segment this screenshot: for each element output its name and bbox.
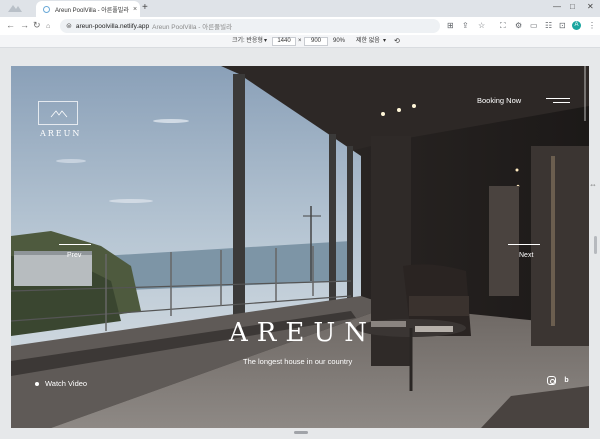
hero-title: AREUN	[229, 318, 376, 348]
prev-button[interactable]: Prev	[67, 252, 81, 259]
address-bar[interactable]: ⊜ areun-poolvilla.netlify.app Areun Pool…	[60, 19, 440, 33]
dropdown-caret-icon: ▾	[264, 38, 268, 44]
media-icon[interactable]: ▭	[530, 21, 538, 31]
dimensions-dropdown[interactable]: 크기: 반응형	[232, 37, 263, 46]
website-hero: AREUN Booking Now Prev Next AREUN The lo…	[11, 66, 589, 428]
viewport-bottom-handle[interactable]	[294, 431, 308, 434]
browser-toolbar: ← → ↻ ⌂ ⊜ areun-poolvilla.netlify.app Ar…	[0, 17, 600, 35]
zoom-dropdown[interactable]: 90%	[333, 37, 345, 46]
hamburger-menu-icon[interactable]	[546, 98, 570, 104]
booking-now-link[interactable]: Booking Now	[477, 96, 521, 105]
url-text: areun-poolvilla.netlify.app	[75, 22, 150, 30]
minimize-icon[interactable]: —	[553, 1, 561, 13]
home-icon[interactable]: ⌂	[46, 21, 50, 32]
site-scrollbar[interactable]	[584, 66, 586, 121]
next-divider	[508, 244, 540, 245]
viewport-resize-handle-icon[interactable]: ⇔	[589, 180, 597, 196]
throttle-dropdown[interactable]: 제한 없음	[356, 37, 380, 46]
profile-avatar[interactable]: A	[572, 21, 581, 30]
devtools-icon[interactable]: ⊡	[559, 21, 566, 31]
reading-list-icon[interactable]: ☷	[545, 21, 552, 31]
watch-video-label: Watch Video	[45, 379, 88, 388]
tab-title: Areun PoolVilla - 아른풀빌라	[55, 7, 129, 14]
times-sign: ×	[298, 38, 302, 44]
menu-dots-icon[interactable]: ⋮	[588, 21, 596, 31]
hero-tagline: The longest house in our country	[243, 357, 353, 366]
next-button[interactable]: Next	[519, 252, 533, 259]
new-tab-button[interactable]: +	[142, 2, 148, 14]
extensions-icon[interactable]: ⚙	[515, 21, 522, 31]
instagram-icon[interactable]	[547, 376, 556, 385]
rotate-icon[interactable]: ⟲	[394, 37, 400, 46]
hero-background-image	[11, 66, 589, 428]
dropdown-caret-icon: ▾	[383, 38, 387, 44]
close-window-icon[interactable]: ✕	[587, 1, 594, 13]
share-icon[interactable]: ⇪	[462, 21, 469, 31]
blog-icon[interactable]: b	[562, 376, 571, 385]
width-input[interactable]: 1440	[272, 37, 296, 46]
viewport-side-handle[interactable]	[594, 236, 597, 254]
screenshot-icon[interactable]: ⛶	[500, 21, 506, 31]
translate-icon[interactable]: ⊞	[447, 21, 454, 31]
tab-strip: Areun PoolVilla - 아른풀빌라 × + — □ ✕	[0, 0, 600, 17]
back-icon[interactable]: ←	[6, 20, 15, 31]
device-toolbar: 크기: 반응형 ▾ 1440 × 900 90% 제한 없음 ▾ ⟲	[0, 35, 600, 48]
prev-divider	[59, 244, 91, 245]
tab-close-icon[interactable]: ×	[130, 6, 140, 13]
maximize-icon[interactable]: □	[570, 1, 575, 13]
logo-mark-icon[interactable]	[38, 101, 78, 125]
bookmark-star-icon[interactable]: ☆	[478, 21, 485, 31]
watch-video-button[interactable]: Watch Video	[35, 379, 87, 388]
tab-search-icon[interactable]	[7, 3, 23, 13]
height-input[interactable]: 900	[304, 37, 328, 46]
browser-tab[interactable]: Areun PoolVilla - 아른풀빌라 ×	[36, 1, 140, 17]
play-dot-icon	[35, 381, 39, 386]
reload-icon[interactable]: ↻	[33, 20, 41, 31]
site-favicon-icon	[43, 5, 50, 13]
site-info-icon[interactable]: ⊜	[66, 22, 72, 30]
logo-text[interactable]: AREUN	[40, 129, 81, 138]
url-page-title: Areun PoolVilla - 아른풀빌라	[152, 24, 233, 31]
forward-icon[interactable]: →	[20, 20, 29, 31]
